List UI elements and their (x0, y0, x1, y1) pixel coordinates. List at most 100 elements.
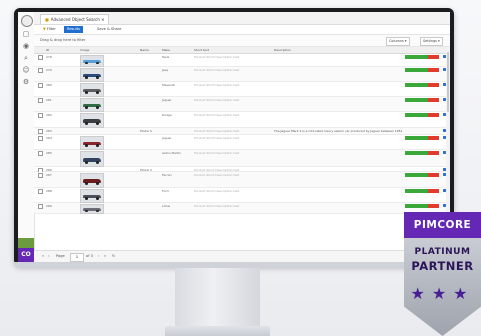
status-bar[interactable] (405, 151, 439, 155)
users-icon[interactable]: ☺ (22, 66, 30, 74)
status-bar[interactable] (405, 83, 439, 87)
cell-id: 278 (46, 55, 52, 59)
car-image[interactable] (80, 83, 104, 97)
cell-make: Ferrari (162, 173, 172, 177)
car-image[interactable] (80, 55, 104, 67)
cell-make: Jaguar (162, 136, 172, 140)
notification-indicator[interactable] (18, 238, 34, 248)
status-bar[interactable] (405, 55, 439, 59)
tab-title: Advanced Object Search (50, 17, 100, 22)
grid-header: ID Image Name Make Short text Descriptio… (34, 47, 450, 54)
col-short-text[interactable]: Short text (194, 47, 209, 53)
row-checkbox[interactable] (38, 136, 43, 141)
status-bar[interactable] (405, 68, 439, 72)
car-image[interactable] (80, 136, 104, 150)
cell-short: Product Short Description text (194, 204, 240, 208)
car-image[interactable] (80, 68, 104, 82)
col-description[interactable]: Description (274, 47, 291, 53)
page-input[interactable]: 1 (70, 253, 84, 262)
results-grid: ID Image Name Make Short text Descriptio… (34, 47, 450, 250)
table-row[interactable]: 289 Lotus Product Short Description text (34, 203, 450, 214)
table-row[interactable]: 288 Ford Product Short Description text (34, 188, 450, 203)
status-bar[interactable] (405, 113, 439, 117)
row-checkbox[interactable] (38, 189, 43, 194)
monitor-stand (175, 268, 260, 328)
first-page-icon[interactable]: « (42, 254, 44, 258)
row-checkbox[interactable] (38, 98, 43, 103)
refresh-icon[interactable]: ↻ (112, 254, 115, 258)
table-row[interactable]: 284 Jaguar Product Short Description text (34, 135, 450, 150)
col-id[interactable]: ID (46, 47, 49, 53)
grid-options-bar: Drag & drop here to filter Columns ▾ Set… (34, 35, 450, 47)
toolbar: ▼ Filter Results Save & Share (34, 25, 450, 35)
page-label: Page (56, 254, 65, 258)
car-image[interactable] (80, 113, 104, 128)
table-row[interactable]: 281 Jaguar Product Short Description text (34, 97, 450, 112)
cell-id: 282 (46, 113, 52, 117)
cell-short: Product Short Description text (194, 68, 240, 72)
settings-select[interactable]: Settings ▾ (420, 37, 443, 46)
badge-stars: ★★★ (410, 284, 475, 303)
page-of: of 3 (86, 254, 93, 258)
settings-icon[interactable]: ⚙ (22, 78, 30, 86)
status-bar[interactable] (405, 136, 439, 140)
status-bar[interactable] (405, 173, 439, 177)
results-tab[interactable]: Results (64, 26, 83, 33)
table-row[interactable]: 285 Aston Martin Product Short Description… (34, 150, 450, 167)
cell-id: 280 (46, 83, 52, 87)
cell-id: 283 (46, 129, 52, 133)
cell-short: Product Short Description text (194, 55, 240, 59)
car-image[interactable] (80, 98, 104, 112)
last-page-icon[interactable]: » (104, 254, 106, 258)
cell-id: 288 (46, 189, 52, 193)
col-name[interactable]: Name (140, 47, 149, 53)
status-bar[interactable] (405, 98, 439, 102)
row-checkbox[interactable] (38, 113, 43, 118)
car-image[interactable] (80, 204, 104, 214)
table-row[interactable]: 282 Dodge Product Short Description text (34, 112, 450, 128)
status-bar[interactable] (405, 189, 439, 193)
file-icon[interactable]: ▢ (22, 30, 30, 38)
status-bar[interactable] (405, 204, 439, 208)
cell-id: 287 (46, 173, 52, 177)
row-checkbox[interactable] (38, 83, 43, 88)
drag-hint: Drag & drop here to filter (40, 38, 86, 42)
row-checkbox[interactable] (38, 68, 43, 73)
save-share-button[interactable]: Save & Share (94, 26, 124, 33)
car-image[interactable] (80, 173, 104, 188)
asset-icon[interactable]: ◉ (22, 42, 30, 50)
row-checkbox[interactable] (38, 151, 43, 156)
row-checkbox[interactable] (38, 204, 43, 209)
table-row[interactable]: 287 Ferrari Product Short Description text (34, 172, 450, 188)
cell-short: Product Short Description text (194, 113, 240, 117)
columns-select[interactable]: Columns ▾ (386, 37, 410, 46)
filter-button[interactable]: ▼ Filter (40, 26, 59, 33)
col-make[interactable]: Make (162, 47, 170, 53)
grid-scroll-thumb[interactable] (447, 52, 449, 112)
avatar[interactable] (21, 15, 33, 27)
table-row[interactable]: 280 Maserati Product Short Description tex… (34, 82, 450, 97)
row-checkbox[interactable] (38, 129, 43, 134)
cell-short: Product Short Description text (194, 151, 240, 155)
car-image[interactable] (80, 151, 104, 167)
table-row[interactable]: 278 Tesla Product Short Description text (34, 54, 450, 67)
cell-id: 279 (46, 68, 52, 72)
row-checkbox[interactable] (38, 55, 43, 60)
search-icon[interactable]: ⌕ (22, 54, 30, 62)
prev-page-icon[interactable]: ‹ (48, 254, 49, 258)
badge-line-2: PARTNER (411, 259, 474, 273)
folder-icon: ■ (45, 17, 49, 22)
cell-id: 281 (46, 98, 52, 102)
app-screen: ▢ ◉ ⌕ ☺ ⚙ CO ■ Advanced Object Search ✕ ▼… (18, 12, 450, 262)
cell-id: 284 (46, 136, 52, 140)
monitor-base (165, 326, 270, 336)
cell-name: Model S (140, 129, 152, 133)
next-page-icon[interactable]: › (98, 254, 99, 258)
car-image[interactable] (80, 189, 104, 203)
row-checkbox[interactable] (38, 173, 43, 178)
table-row[interactable]: 279 Jeep Product Short Description text (34, 67, 450, 82)
tab-advanced-search[interactable]: ■ Advanced Object Search ✕ (40, 14, 110, 24)
col-image[interactable]: Image (80, 47, 89, 53)
table-row[interactable]: 283 Model S Product Short Description text… (34, 128, 450, 135)
cell-make: Maserati (162, 83, 175, 87)
